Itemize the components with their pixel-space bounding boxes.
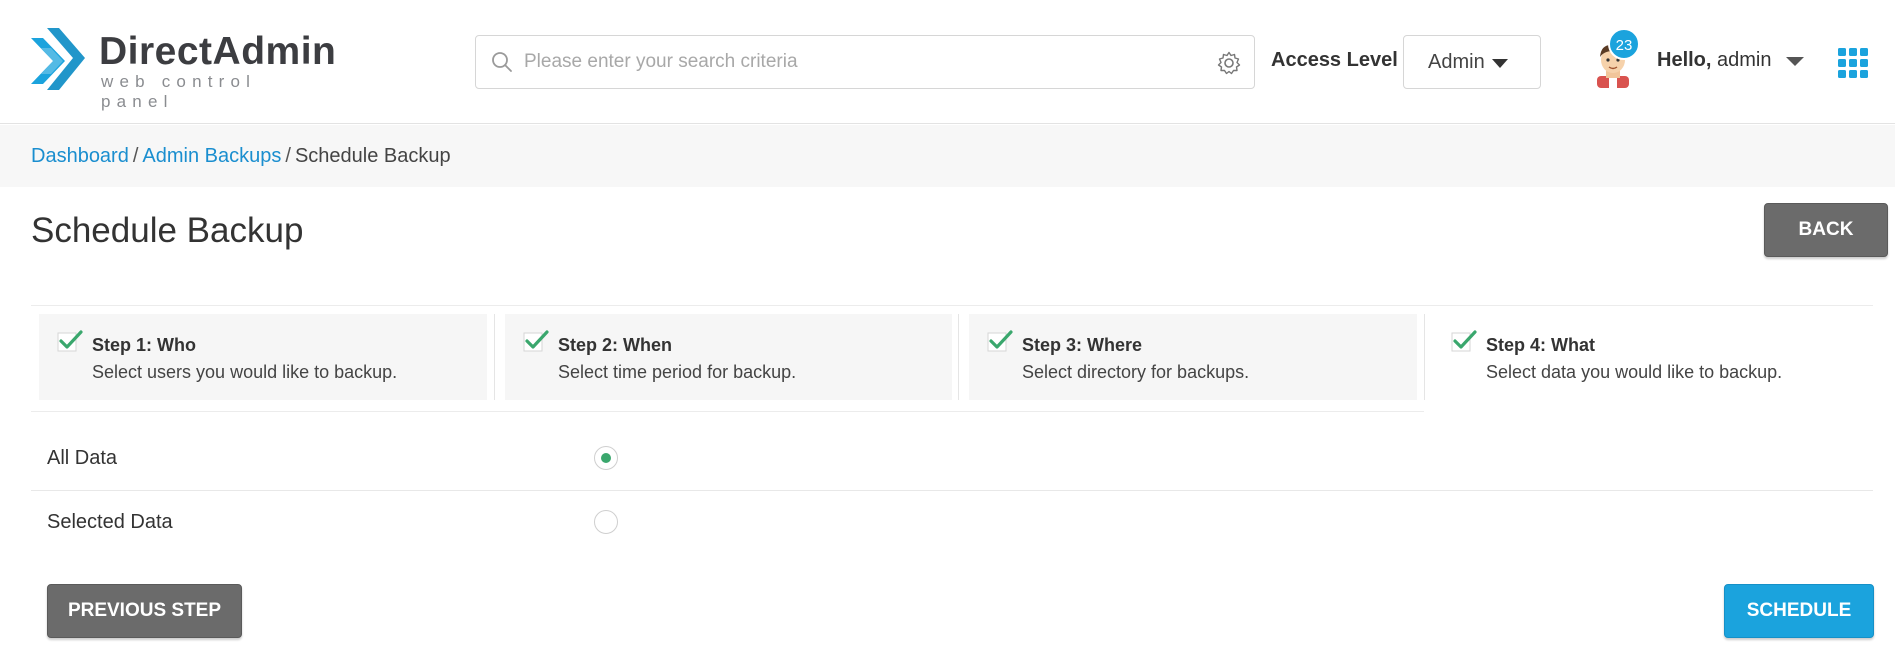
user-menu-caret-icon[interactable]: [1786, 57, 1804, 67]
breadcrumb-current: Schedule Backup: [294, 145, 451, 167]
step-title: Step 4: What: [1486, 335, 1596, 355]
breadcrumb-dashboard[interactable]: Dashboard: [31, 145, 129, 167]
username: admin: [1717, 49, 1772, 71]
user-menu[interactable]: Hello, admin: [1657, 49, 1772, 72]
greeting-text: Hello,: [1657, 49, 1712, 71]
search-icon: [492, 52, 512, 72]
option-all-data-radio[interactable]: [594, 446, 618, 470]
checkmark-icon: [1451, 330, 1477, 352]
step-divider: [494, 314, 495, 400]
directadmin-logo-icon: [31, 28, 85, 90]
option-selected-data-radio[interactable]: [594, 510, 618, 534]
divider: [31, 305, 1873, 306]
breadcrumb: Dashboard / Admin Backups / Schedule Backup: [31, 145, 451, 168]
gear-icon[interactable]: [1216, 50, 1242, 76]
breadcrumb-admin-backups[interactable]: Admin Backups: [142, 145, 281, 167]
brand-logo[interactable]: DirectAdmin web control panel: [29, 28, 336, 111]
option-selected-data-label: Selected Data: [47, 511, 173, 533]
brand-tagline: web control panel: [101, 72, 257, 111]
caret-down-icon: [1492, 59, 1508, 68]
step-title: Step 3: Where: [1022, 335, 1143, 355]
breadcrumb-bar: Dashboard / Admin Backups / Schedule Backup: [0, 125, 1895, 187]
wizard-step-what[interactable]: Step 4: What Select data you would like …: [1433, 314, 1873, 400]
step-description: Select directory for backups.: [1022, 362, 1250, 382]
step-title: Step 1: Who: [92, 335, 196, 355]
step-divider: [958, 314, 959, 400]
top-header: DirectAdmin web control panel Access Lev…: [0, 0, 1895, 124]
search-box[interactable]: [475, 35, 1255, 89]
option-all-data-label: All Data: [47, 447, 118, 469]
access-level-select[interactable]: Admin: [1403, 35, 1541, 89]
grid-apps-icon[interactable]: [1838, 48, 1868, 78]
page-title: Schedule Backup: [31, 211, 304, 250]
wizard-step-when[interactable]: Step 2: When Select time period for back…: [505, 314, 952, 400]
breadcrumb-separator: /: [132, 145, 139, 167]
wizard-step-where[interactable]: Step 3: Where Select directory for backu…: [969, 314, 1417, 400]
step-title: Step 2: When: [558, 335, 673, 355]
divider: [31, 411, 1424, 412]
checkmark-icon: [523, 330, 549, 352]
wizard-step-who[interactable]: Step 1: Who Select users you would like …: [39, 314, 487, 400]
step-description: Select time period for backup.: [558, 362, 797, 382]
checkmark-icon: [987, 330, 1013, 352]
schedule-button[interactable]: SCHEDULE: [1724, 584, 1874, 638]
checkmark-icon: [57, 330, 83, 352]
access-level-label: Access Level: [1271, 49, 1398, 71]
step-divider: [1424, 314, 1425, 400]
back-button[interactable]: BACK: [1764, 203, 1888, 257]
previous-step-button[interactable]: PREVIOUS STEP: [47, 584, 242, 638]
divider: [31, 490, 1873, 491]
brand-name: DirectAdmin: [99, 30, 337, 73]
access-level-value: Admin: [1428, 51, 1485, 73]
step-description: Select data you would like to backup.: [1486, 362, 1783, 382]
step-description: Select users you would like to backup.: [92, 362, 398, 382]
notification-badge[interactable]: 23: [1608, 28, 1640, 60]
search-input[interactable]: [524, 44, 1184, 80]
breadcrumb-separator: /: [285, 145, 291, 167]
